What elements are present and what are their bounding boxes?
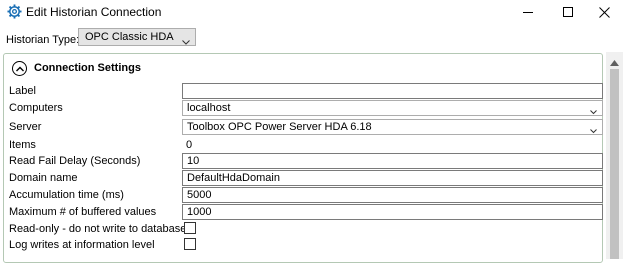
chevron-up-icon — [15, 63, 24, 75]
read-fail-delay-row: Read Fail Delay (Seconds) 10 — [9, 153, 603, 169]
read-only-checkbox[interactable] — [184, 222, 196, 234]
computers-row: Computers localhost — [9, 100, 603, 116]
max-buffered-label: Maximum # of buffered values — [9, 206, 157, 218]
max-buffered-row: Maximum # of buffered values 1000 — [9, 204, 603, 220]
read-only-row: Read-only - do not write to database — [9, 221, 599, 237]
maximize-icon — [563, 7, 573, 17]
close-icon — [598, 6, 610, 18]
chevron-down-icon — [182, 34, 190, 50]
accumulation-time-label: Accumulation time (ms) — [9, 189, 124, 201]
label-input[interactable] — [182, 83, 603, 99]
minimize-button[interactable] — [511, 0, 545, 24]
vertical-scrollbar[interactable] — [606, 52, 623, 259]
historian-type-value: OPC Classic HDA — [85, 31, 174, 43]
scrollbar-thumb[interactable] — [610, 69, 619, 259]
computers-label: Computers — [9, 102, 63, 114]
close-button[interactable] — [587, 0, 621, 24]
computers-value: localhost — [187, 102, 231, 114]
accumulation-time-input[interactable]: 5000 — [182, 187, 603, 203]
maximize-button[interactable] — [551, 0, 585, 24]
items-label: Items — [9, 139, 36, 151]
read-only-label: Read-only - do not write to database — [9, 223, 187, 235]
chevron-down-icon — [590, 124, 597, 138]
historian-type-row: Historian Type: OPC Classic HDA — [0, 24, 624, 52]
domain-name-row: Domain name DefaultHdaDomain — [9, 170, 603, 186]
collapse-button[interactable] — [12, 61, 27, 76]
label-row: Label — [9, 83, 603, 99]
accumulation-time-row: Accumulation time (ms) 5000 — [9, 187, 603, 203]
window-title: Edit Historian Connection — [26, 5, 162, 19]
historian-type-select[interactable]: OPC Classic HDA — [78, 28, 196, 46]
max-buffered-input[interactable]: 1000 — [182, 204, 603, 220]
server-row: Server Toolbox OPC Power Server HDA 6.18 — [9, 119, 603, 135]
gear-icon — [7, 4, 22, 19]
domain-name-input[interactable]: DefaultHdaDomain — [182, 170, 603, 186]
items-value: 0 — [186, 139, 193, 151]
label-label: Label — [9, 85, 36, 97]
log-writes-checkbox[interactable] — [184, 238, 196, 250]
log-writes-label: Log writes at information level — [9, 239, 155, 251]
server-value: Toolbox OPC Power Server HDA 6.18 — [187, 121, 372, 133]
historian-type-label: Historian Type: — [6, 34, 80, 46]
items-row: Items 0 — [9, 137, 599, 153]
chevron-down-icon — [590, 105, 597, 119]
domain-name-label: Domain name — [9, 172, 78, 184]
minimize-icon — [523, 7, 533, 17]
read-fail-delay-label: Read Fail Delay (Seconds) — [9, 155, 141, 167]
read-fail-delay-input[interactable]: 10 — [182, 153, 603, 169]
server-label: Server — [9, 121, 42, 133]
computers-combobox[interactable]: localhost — [182, 100, 603, 116]
title-bar: Edit Historian Connection — [0, 0, 624, 24]
section-title: Connection Settings — [34, 62, 141, 74]
server-combobox[interactable]: Toolbox OPC Power Server HDA 6.18 — [182, 119, 603, 135]
log-writes-row: Log writes at information level — [9, 237, 599, 253]
scroll-up-arrow-icon[interactable] — [610, 57, 619, 69]
